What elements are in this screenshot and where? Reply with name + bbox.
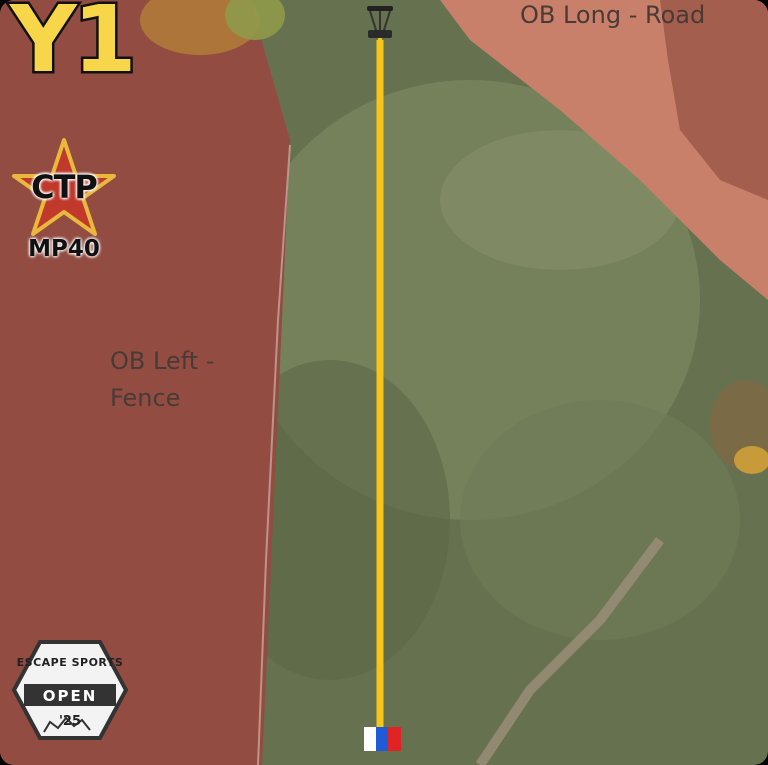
ctp-disc: MP40	[28, 236, 100, 262]
logo-event: OPEN	[42, 687, 98, 705]
logo-year: '25	[58, 714, 82, 729]
event-logo: ESCAPE SPORTS OPEN '25	[10, 638, 130, 743]
logo-brand: ESCAPE SPORTS	[16, 656, 124, 669]
hole-title: Y1	[8, 0, 140, 93]
ctp-badge: CTP MP40	[8, 136, 120, 276]
ctp-label: CTP	[31, 168, 98, 206]
ob-long-label: OB Long - Road	[520, 1, 706, 29]
tee-marker-icon	[364, 727, 401, 751]
hole-map[interactable]: Y1 CTP MP40 OB Long - Road OB Left - Fen…	[0, 0, 768, 765]
ob-left-label-line2: Fence	[110, 384, 181, 412]
ob-left-label-line1: OB Left -	[110, 347, 215, 375]
